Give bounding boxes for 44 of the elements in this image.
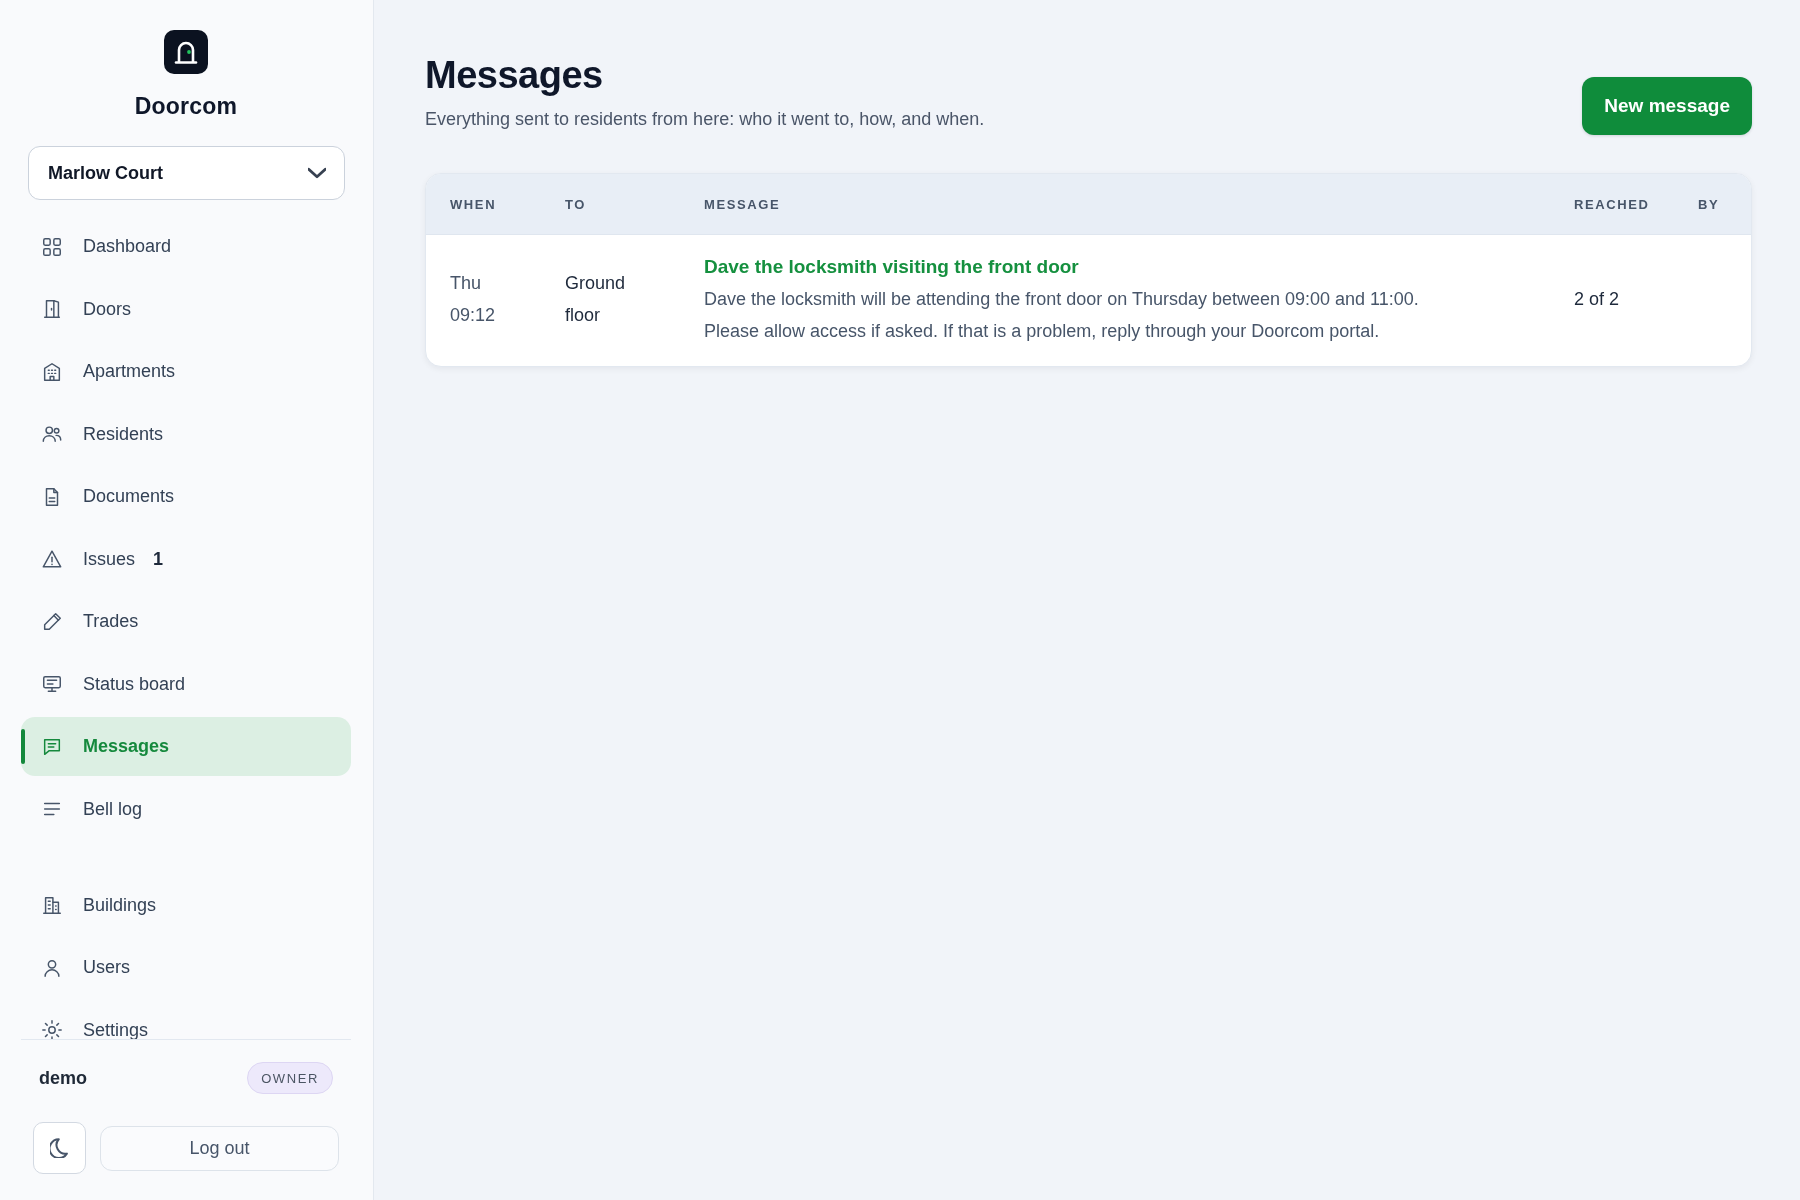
theme-toggle-button[interactable]	[33, 1122, 86, 1174]
column-header: BY	[1698, 196, 1721, 212]
role-tag: OWNER	[247, 1062, 333, 1094]
new-message-button[interactable]: New message	[1582, 77, 1752, 135]
nav-item[interactable]: Residents	[21, 404, 351, 464]
when-cell-text: Thu 09:12	[450, 272, 497, 327]
door-icon	[41, 298, 63, 320]
message-body: Dave the locksmith will be attending the front door on Thursday between 09:00 and 11:00. Please allow access if asked. If that is a problem, reply through your Doorcom portal.	[704, 288, 1420, 343]
door-logo-icon	[164, 30, 208, 74]
warning-icon	[41, 548, 63, 570]
office-building-icon	[41, 894, 63, 916]
building-select[interactable]: Marlow Court	[28, 146, 345, 200]
brand-name: Doorcom	[134, 92, 238, 120]
recipient-cell-text: Ground floor	[565, 272, 627, 327]
nav-item[interactable]: Messages	[21, 717, 351, 776]
monitor-icon	[41, 673, 63, 695]
column-header: WHEN	[450, 196, 498, 212]
nav-item[interactable]: Trades	[21, 592, 351, 651]
nav-item[interactable]: Buildings	[21, 875, 351, 935]
nav-item[interactable]: Apartments	[21, 342, 351, 401]
nav-item[interactable]: Users	[21, 938, 351, 997]
people-icon	[41, 423, 63, 445]
apartment-building-icon	[41, 360, 63, 383]
column-header: TO	[565, 196, 588, 212]
message-title: Dave the locksmith visiting the front door	[704, 255, 1080, 279]
nav-item[interactable]: Settings	[21, 1000, 351, 1039]
nav-item[interactable]: Dashboard	[21, 217, 351, 276]
pencil-icon	[41, 610, 63, 633]
nav-item[interactable]: Issues 1	[21, 529, 351, 589]
grid-icon	[41, 235, 63, 258]
page-subtitle: Everything sent to residents from here: who it went to, how, and when.	[425, 108, 985, 131]
column-header: MESSAGE	[704, 196, 782, 212]
reached-cell-text: 2 of 2	[1574, 288, 1621, 311]
moon-icon	[49, 1138, 70, 1158]
user-name: demo	[39, 1067, 87, 1089]
nav-item[interactable]: Documents	[21, 467, 351, 526]
log-out-button[interactable]: Log out	[100, 1125, 339, 1171]
column-header: REACHED	[1574, 196, 1651, 212]
nav-item[interactable]: Status board	[21, 654, 351, 714]
issue-count: 1	[153, 548, 164, 570]
nav-item[interactable]: Bell log	[21, 779, 351, 839]
page-title: Messages	[425, 53, 604, 98]
nav-item[interactable]: Doors	[21, 279, 351, 339]
sun-icon	[41, 1019, 63, 1039]
